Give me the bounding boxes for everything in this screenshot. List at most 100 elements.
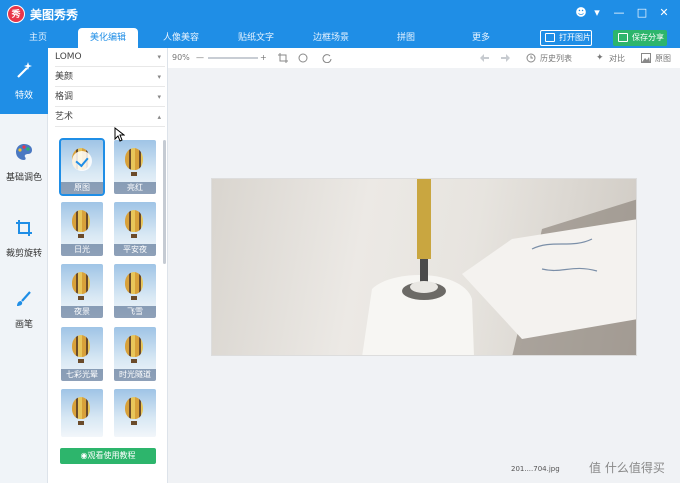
balloon-image [125,210,143,232]
sidebar-label-brush: 画笔 [14,320,33,330]
watermark-text: 值 什么值得买 [589,461,665,475]
effect-label: 七彩光晕 [61,369,103,381]
effect-thumb[interactable]: 夜景 [61,264,103,318]
tab-frames-scenes[interactable]: 边框场景 [301,28,361,48]
history-list-button[interactable]: 历史列表 [540,53,572,64]
balloon-image [72,335,90,357]
basket-shape [131,359,137,363]
effect-thumb[interactable]: 七彩光晕 [61,327,103,381]
effect-thumb-original[interactable]: 原图 [59,138,105,196]
sidebar-label-crop: 裁剪旋转 [5,249,42,259]
category-label: 艺术 [55,112,74,122]
close-button[interactable]: ✕ [657,6,671,19]
balloon-image [125,272,143,294]
zoom-slider[interactable] [208,57,258,59]
status-filename: 201....704.jpg [511,465,560,473]
app-title: 美图秀秀 [30,8,79,22]
effect-thumb[interactable]: 亮红 [114,140,156,194]
effect-label: 飞雪 [114,306,156,318]
main-nav: 主页 美化编辑 人像美容 贴纸文字 边框场景 拼图 更多 打开图片 保存分享 [0,28,680,48]
chevron-up-icon: ▴ [157,113,161,121]
zoom-out-button[interactable]: — [196,53,204,62]
tab-home[interactable]: 主页 [8,28,68,48]
category-lomo[interactable]: LOMO ▾ [55,48,165,67]
effects-panel: LOMO ▾ 美颜 ▾ 格调 ▾ 艺术 ▴ 原图 亮红 日光 平安夜 夜景 飞雪… [48,48,168,483]
palette-icon [16,144,32,160]
effect-thumb[interactable]: 时光隧道 [114,327,156,381]
actual-size-icon[interactable] [298,53,308,63]
magic-wand-icon [17,62,32,78]
redo-icon[interactable] [501,54,510,62]
rotate-icon[interactable] [322,53,332,63]
maximize-button[interactable]: □ [635,6,649,19]
effect-label: 平安夜 [114,244,156,256]
image-icon [545,33,555,42]
effect-thumb[interactable] [114,389,156,437]
view-toolbar: 90% — + 历史列表 ✦ 对比 原图 [168,48,680,68]
effect-thumb[interactable]: 平安夜 [114,202,156,256]
tool-sidebar: 特效 基础调色 裁剪旋转 画笔 [0,48,48,483]
tab-beautify[interactable]: 美化编辑 [78,28,138,48]
basket-shape [131,234,137,238]
effect-label: 时光隧道 [114,369,156,381]
chevron-down-icon: ▾ [157,53,161,61]
balloon-image [125,335,143,357]
compare-button[interactable]: 对比 [609,53,625,64]
category-label: 格调 [55,92,74,102]
effect-label: 日光 [61,244,103,256]
effect-thumb[interactable] [61,389,103,437]
tab-stickers-text[interactable]: 贴纸文字 [226,28,286,48]
chevron-down-icon: ▾ [157,73,161,81]
skin-icon[interactable]: ☻ [574,6,588,19]
menu-icon[interactable]: ▾ [590,6,604,19]
sidebar-item-color[interactable]: 基础调色 [0,130,48,196]
undo-icon[interactable] [480,54,489,62]
title-bar: 秀 美图秀秀 ☻ ▾ — □ ✕ [0,0,680,28]
photo-canvas[interactable] [211,178,637,356]
category-label: 美颜 [55,72,74,82]
tab-portrait[interactable]: 人像美容 [151,28,211,48]
basket-shape [131,172,137,176]
sidebar-item-crop[interactable]: 裁剪旋转 [0,206,48,272]
balloon-image [72,272,90,294]
crop-icon [16,220,32,236]
effect-label: 亮红 [114,182,156,194]
save-share-label: 保存分享 [632,33,664,42]
tab-collage[interactable]: 拼图 [376,28,436,48]
basket-shape [78,421,84,425]
canvas-area: 201....704.jpg 值 什么值得买 [168,68,680,483]
sidebar-item-effects[interactable]: 特效 [0,48,48,114]
watch-tutorial-button[interactable]: ◉观看使用教程 [60,448,156,464]
balloon-image [72,397,90,419]
sidebar-item-brush[interactable]: 画笔 [0,277,48,343]
effect-label: 夜景 [61,306,103,318]
mouse-cursor-icon [114,127,125,142]
sidebar-label-color: 基础调色 [5,173,42,183]
category-style[interactable]: 格调 ▾ [55,88,165,107]
export-icon [618,33,628,42]
save-share-button[interactable]: 保存分享 [613,30,667,46]
open-image-label: 打开图片 [559,33,591,42]
checkmark-icon [72,151,92,171]
basket-shape [78,359,84,363]
picture-icon [641,53,651,63]
fit-window-icon[interactable] [278,53,288,63]
category-beauty[interactable]: 美颜 ▾ [55,68,165,87]
category-art[interactable]: 艺术 ▴ [55,108,165,127]
balloon-image [125,397,143,419]
effect-thumb[interactable]: 飞雪 [114,264,156,318]
basket-shape [131,421,137,425]
open-image-button[interactable]: 打开图片 [540,30,592,46]
app-logo: 秀 [7,5,25,23]
panel-scrollbar[interactable] [163,140,166,264]
minimize-button[interactable]: — [612,6,626,19]
photo-image [362,179,636,355]
clock-icon [526,53,536,63]
effect-label: 原图 [61,182,103,194]
sidebar-label-effects: 特效 [14,91,33,101]
category-label: LOMO [55,52,82,62]
effect-thumb[interactable]: 日光 [61,202,103,256]
zoom-in-button[interactable]: + [260,53,267,62]
tab-more[interactable]: 更多 [451,28,511,48]
original-button[interactable]: 原图 [655,53,671,64]
